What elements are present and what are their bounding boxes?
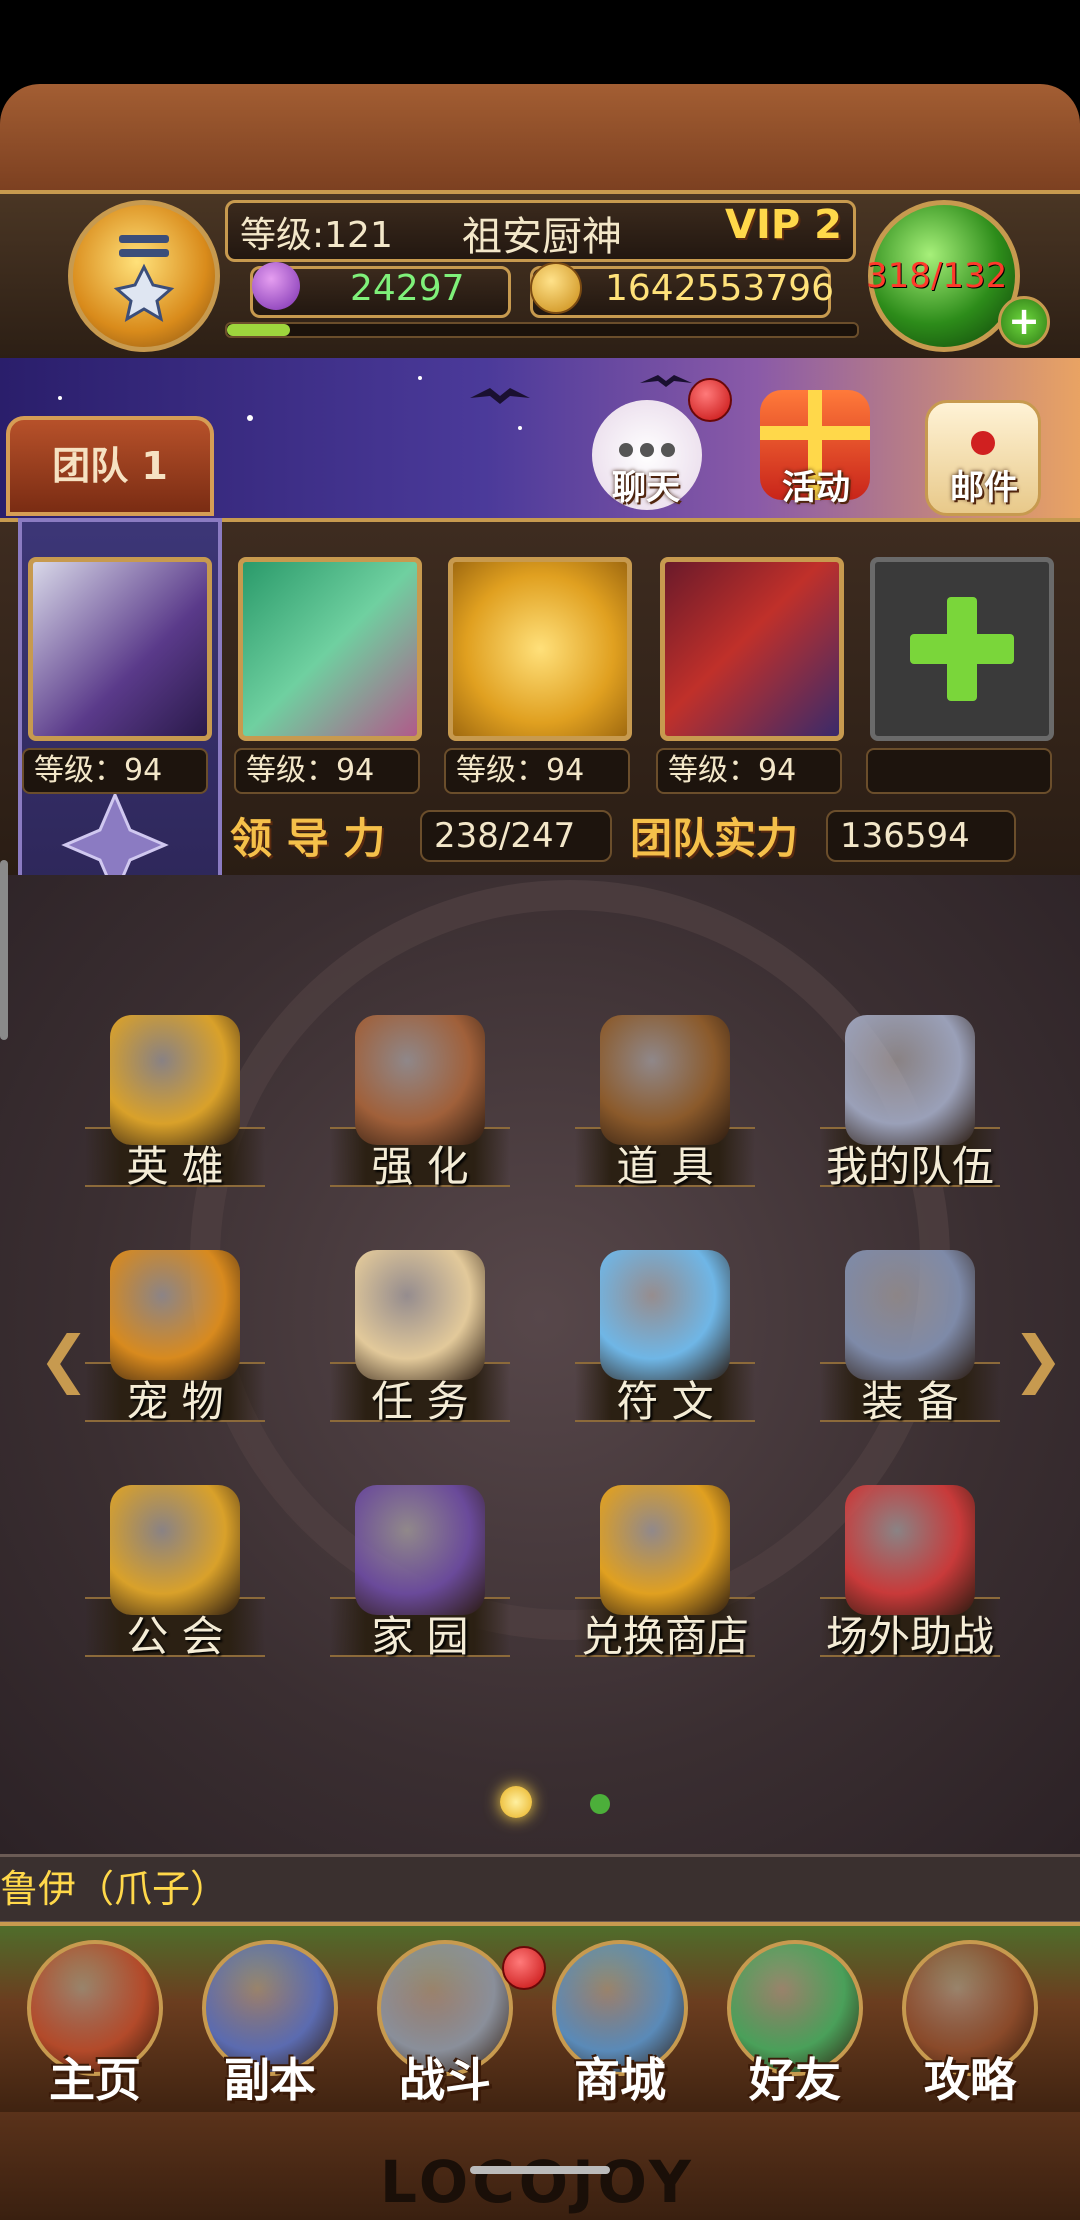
hero-slot-4[interactable] [660, 557, 844, 741]
nav-item-label: 副本 [224, 2053, 316, 2107]
menu-item-label: 英 雄 [126, 1142, 224, 1191]
crossed-swords-icon [845, 1015, 975, 1145]
menu-item-label: 任 务 [371, 1377, 469, 1426]
team-tab[interactable]: 团队 1 [6, 416, 214, 516]
menu-item[interactable]: 公 会 [65, 1475, 285, 1695]
add-energy-button[interactable]: + [998, 296, 1050, 348]
menu-item-label: 公 会 [126, 1612, 224, 1661]
menu-item-label: 兑换商店 [580, 1612, 749, 1661]
nav-item-label: 商城 [574, 2053, 666, 2107]
hero-4-level: 等级：94 [656, 748, 842, 794]
menu-item-label: 符 文 [616, 1377, 714, 1426]
menu-item[interactable]: 兑换商店 [555, 1475, 775, 1695]
menu-item[interactable]: 宠 物 [65, 1240, 285, 1460]
menu-item-label: 我的队伍 [825, 1142, 994, 1191]
leadership-label: 领 导 力 [230, 814, 386, 863]
menu-item[interactable]: 任 务 [310, 1240, 530, 1460]
mystery-chest-icon [600, 1485, 730, 1615]
events-label: 活动 [782, 468, 850, 508]
hero-2-level: 等级：94 [234, 748, 420, 794]
portal-icon [355, 1485, 485, 1615]
edge-handle[interactable] [0, 860, 8, 1040]
menu-item[interactable]: 场外助战 [800, 1475, 1020, 1695]
page-dot[interactable] [590, 1794, 610, 1814]
menu-item-label: 宠 物 [126, 1377, 224, 1426]
player-level: 等级:121 [240, 215, 393, 256]
nav-item-label: 战斗 [399, 2053, 491, 2107]
menu-item-label: 家 园 [371, 1612, 469, 1661]
hero-3-level: 等级：94 [444, 748, 630, 794]
hero-slot-3[interactable] [448, 557, 632, 741]
menu-item[interactable]: 装 备 [800, 1240, 1020, 1460]
announcement-text: 鲁伊（爪子） [0, 1867, 229, 1911]
gem-count: 24297 [350, 268, 465, 309]
home-indicator[interactable] [470, 2166, 610, 2174]
fist-flag-icon [845, 1485, 975, 1615]
anvil-icon [845, 1250, 975, 1380]
player-name: 祖安厨神 [462, 214, 622, 260]
prev-page-arrow[interactable]: ❮ [38, 1322, 90, 1395]
backpack-icon [600, 1015, 730, 1145]
menu-item[interactable]: 家 园 [310, 1475, 530, 1695]
nav-item-label: 攻略 [924, 2053, 1016, 2107]
menu-item[interactable]: 符 文 [555, 1240, 775, 1460]
menu-snowflake-icon [113, 235, 175, 323]
menu-item-label: 装 备 [861, 1377, 959, 1426]
leadership-value: 238/247 [420, 810, 612, 862]
menu-item[interactable]: 英 雄 [65, 1005, 285, 1225]
menu-item[interactable]: 道 具 [555, 1005, 775, 1225]
chat-notification-dot [688, 378, 732, 422]
menu-item[interactable]: 强 化 [310, 1005, 530, 1225]
nav-item-label: 主页 [49, 2053, 141, 2107]
gold-coin-icon [530, 262, 582, 314]
hero-slot-2[interactable] [238, 557, 422, 741]
next-page-arrow[interactable]: ❯ [1012, 1322, 1064, 1395]
xp-bar [225, 322, 859, 338]
menu-item-label: 强 化 [371, 1142, 469, 1191]
nav-item[interactable]: 好友 [710, 1932, 880, 2112]
page-dot-active[interactable] [500, 1786, 532, 1818]
chat-label: 聊天 [612, 468, 680, 508]
empty-slot-level [866, 748, 1052, 794]
hero-1-level: 等级：94 [22, 748, 208, 794]
nav-item[interactable]: 主页 [10, 1932, 180, 2112]
battle-notification-dot [502, 1946, 546, 1990]
nav-item[interactable]: 商城 [535, 1932, 705, 2112]
menu-item-label: 道 具 [616, 1142, 714, 1191]
vip-badge[interactable]: VIP 2 [725, 202, 842, 248]
rune-icon [600, 1250, 730, 1380]
xp-bar-fill [227, 324, 290, 336]
gem-icon [252, 262, 300, 310]
add-hero-slot[interactable] [870, 557, 1054, 741]
menu-item[interactable]: 我的队伍 [800, 1005, 1020, 1225]
hero-card-icon [110, 1015, 240, 1145]
mail-label: 邮件 [950, 468, 1018, 508]
hero-slot-1[interactable] [28, 557, 212, 741]
gold-count: 1642553796 [605, 268, 835, 309]
locojoy-logo: LOCOJOY [380, 2148, 695, 2216]
nav-item[interactable]: 攻略 [885, 1932, 1055, 2112]
energy-value: 318/132 [866, 256, 1008, 296]
nav-item-label: 好友 [749, 2053, 841, 2107]
pet-icon [110, 1250, 240, 1380]
nav-item[interactable]: 副本 [185, 1932, 355, 2112]
scroll-icon [355, 1250, 485, 1380]
team-power-label: 团队实力 [630, 814, 799, 863]
forge-icon [355, 1015, 485, 1145]
game-frame-top [0, 84, 1080, 194]
guild-shield-icon [110, 1485, 240, 1615]
plus-icon [910, 597, 1014, 701]
menu-item-label: 场外助战 [825, 1612, 994, 1661]
menu-medal-button[interactable] [68, 200, 220, 352]
team-power-value: 136594 [826, 810, 1016, 862]
